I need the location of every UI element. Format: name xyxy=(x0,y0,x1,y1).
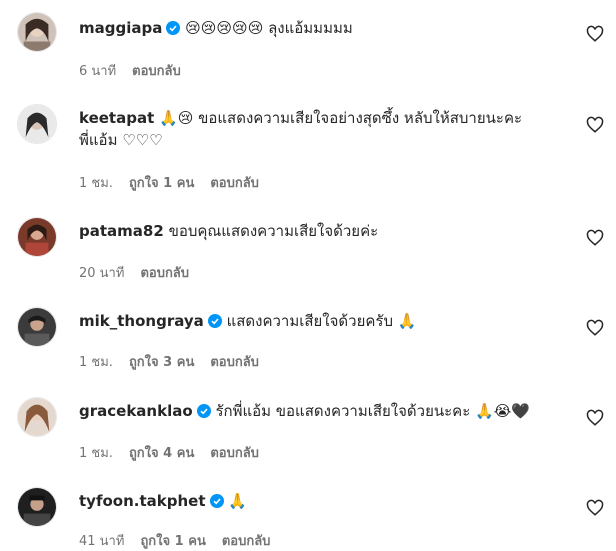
comment-text: 😢😢😢😢😢 ลุงแอ้มมมมม xyxy=(185,19,353,37)
comment-text: แสดงความเสียใจด้วยครับ 🙏 xyxy=(226,312,417,330)
username[interactable]: keetapat xyxy=(79,109,154,127)
reply-button[interactable]: ตอบกลับ xyxy=(210,446,259,461)
comment-text-continued: พี่แอ้ม ♡♡♡ xyxy=(79,131,163,149)
avatar[interactable] xyxy=(17,487,57,527)
comment-time: 1 ชม. xyxy=(79,176,113,191)
likes-count[interactable]: ถูกใจ 1 คน xyxy=(129,176,194,191)
heart-outline-icon[interactable] xyxy=(586,229,604,247)
comment-text: 🙏 xyxy=(228,492,247,510)
likes-count[interactable]: ถูกใจ 4 คน xyxy=(129,446,194,461)
comment-text: รักพี่แอ้ม ขอแสดงความเสียใจด้วยนะคะ 🙏😭🖤 xyxy=(215,402,530,420)
reply-button[interactable]: ตอบกลับ xyxy=(140,266,189,281)
verified-badge-icon xyxy=(207,314,222,328)
username[interactable]: gracekanklao xyxy=(79,402,193,420)
avatar[interactable] xyxy=(17,12,57,52)
username[interactable]: patama82 xyxy=(79,222,164,240)
comment-time: 6 นาที xyxy=(79,64,117,79)
heart-outline-icon[interactable] xyxy=(586,116,604,134)
heart-outline-icon[interactable] xyxy=(586,25,604,43)
reply-button[interactable]: ตอบกลับ xyxy=(132,64,181,79)
comment-time: 1 ชม. xyxy=(79,446,113,461)
verified-badge-icon xyxy=(209,494,224,508)
comment-time: 1 ชม. xyxy=(79,355,113,370)
avatar[interactable] xyxy=(17,307,57,347)
verified-badge-icon xyxy=(166,21,181,35)
heart-outline-icon[interactable] xyxy=(586,409,604,427)
comment-text: 🙏😢 ขอแสดงความเสียใจอย่างสุดซึ้ง หลับให้ส… xyxy=(159,109,523,127)
username[interactable]: mik_thongraya xyxy=(79,312,204,330)
avatar[interactable] xyxy=(17,217,57,257)
comment-time: 41 นาที xyxy=(79,534,125,549)
likes-count[interactable]: ถูกใจ 3 คน xyxy=(129,355,194,370)
comment-text: ขอบคุณแสดงความเสียใจด้วยค่ะ xyxy=(168,222,379,240)
username[interactable]: maggiapa xyxy=(79,19,162,37)
likes-count[interactable]: ถูกใจ 1 คน xyxy=(140,534,205,549)
username[interactable]: tyfoon.takphet xyxy=(79,492,206,510)
verified-badge-icon xyxy=(196,404,211,418)
heart-outline-icon[interactable] xyxy=(586,319,604,337)
heart-outline-icon[interactable] xyxy=(586,499,604,517)
avatar[interactable] xyxy=(17,397,57,437)
avatar[interactable] xyxy=(17,104,57,144)
reply-button[interactable]: ตอบกลับ xyxy=(210,176,259,191)
reply-button[interactable]: ตอบกลับ xyxy=(210,355,259,370)
comment-time: 20 นาที xyxy=(79,266,125,281)
reply-button[interactable]: ตอบกลับ xyxy=(222,534,271,549)
